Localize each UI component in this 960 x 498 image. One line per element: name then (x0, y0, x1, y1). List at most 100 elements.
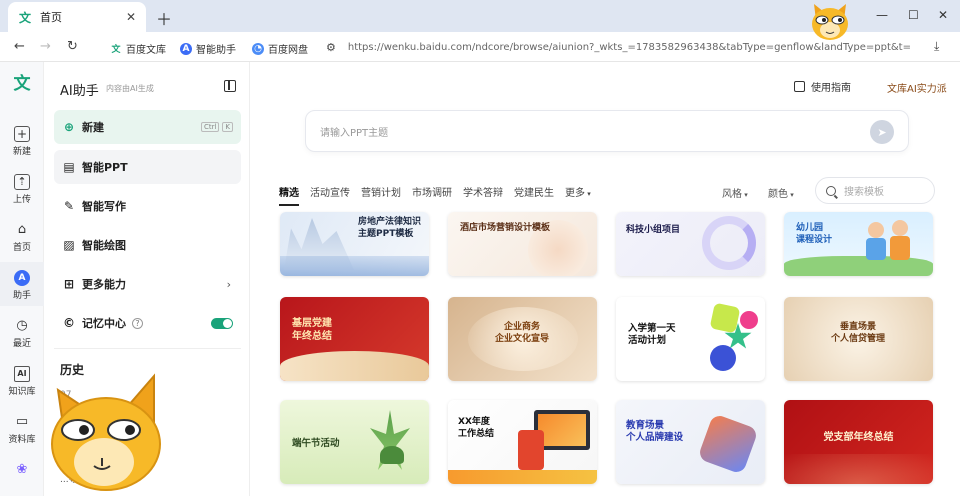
wenku-logo-icon: 文 (18, 10, 31, 25)
mascot-small[interactable] (808, 0, 852, 42)
tab-more[interactable]: 更多 ▾ (565, 184, 591, 199)
tab-party-building[interactable]: 党建民生 (514, 184, 554, 199)
template-title: 教育场景 个人品牌建设 (626, 420, 684, 443)
rail-item-upload[interactable]: ⇡ 上传 (0, 174, 44, 205)
template-card[interactable]: 企业商务 企业文化宣导 (448, 297, 597, 381)
assistant-icon: A (180, 42, 192, 55)
template-title: 房地产法律知识 主题PPT模板 (358, 217, 422, 239)
help-icon[interactable]: ? (132, 317, 143, 329)
download-icon[interactable]: ⤓ (934, 39, 939, 54)
child-graphic (866, 238, 886, 260)
new-chat-button[interactable]: ⊕ 新建 Ctrl K (54, 110, 241, 144)
clock-icon: ◷ (16, 318, 28, 333)
reload-icon[interactable]: ↻ (67, 39, 78, 54)
sidebar-item-memory[interactable]: © 记忆中心 ? (54, 306, 241, 340)
bookmark-assistant[interactable]: A 智能助手 (180, 41, 236, 56)
tab-academic-defense[interactable]: 学术答辩 (463, 184, 503, 199)
ppt-topic-input[interactable]: 请输入PPT主题 ➤ (305, 110, 909, 152)
image-icon: ▨ (63, 238, 75, 252)
rail-item-library[interactable]: ▭ 资料库 (0, 414, 44, 445)
sidebar-toggle-icon[interactable] (224, 80, 236, 92)
template-card[interactable]: 酒店市场营销设计模板 (448, 212, 597, 276)
child-graphic (868, 222, 884, 238)
template-card[interactable]: 基层党建 年终总结 (280, 297, 429, 381)
mascot-large[interactable] (44, 370, 168, 494)
zongzi-graphic (380, 446, 404, 464)
category-tabs: 精选 活动宣传 营销计划 市场调研 学术答辩 党建民生 更多 ▾ (279, 184, 602, 206)
home-icon: ⌂ (17, 222, 27, 237)
tab-marketing-plan[interactable]: 营销计划 (361, 184, 401, 199)
template-card[interactable]: 端午节活动 (280, 400, 429, 484)
brand-link[interactable]: 文库AI实力派 (887, 80, 947, 95)
wenku-icon: 文 (111, 45, 121, 55)
wave-graphic (448, 470, 597, 484)
window-close-icon[interactable]: ✕ (938, 8, 948, 22)
rail-item-assistant[interactable]: A 助手 (0, 262, 44, 306)
rail-item-home[interactable]: ⌂ 首页 (0, 222, 44, 253)
sidebar-subtitle: 内容由AI生成 (106, 84, 154, 93)
back-icon[interactable]: ← (14, 39, 25, 54)
left-rail: 文 + 新建 ⇡ 上传 ⌂ 首页 A 助手 ◷ 最近 AI 知识库 ▭ 资料库 … (0, 62, 44, 496)
sidebar-item-smart-ppt[interactable]: ▤ 智能PPT (54, 150, 241, 184)
shortcut-hint: Ctrl K (198, 122, 233, 132)
browser-tab[interactable]: 文 首页 ✕ (8, 2, 146, 32)
forward-icon[interactable]: → (40, 39, 51, 54)
rail-apps[interactable]: ❀ (0, 462, 44, 480)
template-search-input[interactable]: 搜索模板 (815, 177, 935, 204)
search-icon (826, 185, 836, 196)
tab-event-promo[interactable]: 活动宣传 (310, 184, 350, 199)
pen-icon: ✎ (63, 199, 75, 213)
template-title: 端午节活动 (292, 438, 340, 449)
template-card[interactable]: 幼儿园 课程设计 (784, 212, 933, 276)
template-card[interactable]: 房地产法律知识 主题PPT模板 (280, 212, 429, 276)
color-filter[interactable]: 颜色 ▾ (768, 185, 794, 200)
template-card[interactable]: 党支部年终总结 (784, 400, 933, 484)
minimize-icon[interactable]: — (876, 8, 888, 22)
template-title: 企业商务 企业文化宣导 (494, 322, 549, 344)
person-graphic (518, 430, 544, 470)
site-settings-icon[interactable]: ⚙ (326, 41, 336, 54)
rail-item-recent[interactable]: ◷ 最近 (0, 318, 44, 349)
user-guide-link[interactable]: 使用指南 (794, 79, 851, 94)
wenku-logo[interactable]: 文 (12, 74, 32, 94)
glow-graphic (784, 454, 933, 484)
template-card[interactable]: 垂直场景 个人信贷管理 (784, 297, 933, 381)
template-card[interactable]: XX年度 工作总结 (448, 400, 597, 484)
style-filter[interactable]: 风格 ▾ (722, 185, 748, 200)
sidebar-item-smart-drawing[interactable]: ▨ 智能绘图 (54, 228, 241, 262)
apps-icon: ❀ (16, 462, 28, 477)
bookmark-netdisk[interactable]: ◔ 百度网盘 (252, 41, 308, 56)
send-button[interactable]: ➤ (870, 120, 894, 144)
cloud-icon: ◔ (252, 42, 264, 55)
tab-market-research[interactable]: 市场调研 (412, 184, 452, 199)
template-card[interactable]: 教育场景 个人品牌建设 (616, 400, 765, 484)
new-tab-icon[interactable]: ＋ (156, 6, 172, 30)
tab-featured[interactable]: 精选 (279, 184, 299, 206)
circle-graphic (740, 311, 758, 329)
sidebar-divider (54, 348, 241, 349)
rail-item-knowledge[interactable]: AI 知识库 (0, 366, 44, 397)
wave-graphic (280, 256, 429, 276)
memory-toggle[interactable] (211, 317, 233, 329)
sidebar-item-more[interactable]: ⊞ 更多能力 › (54, 267, 241, 301)
upload-icon: ⇡ (14, 174, 30, 190)
shape-graphic (709, 302, 741, 334)
maximize-icon[interactable]: ☐ (908, 8, 919, 22)
sidebar-item-smart-writing[interactable]: ✎ 智能写作 (54, 189, 241, 223)
tab-close-icon[interactable]: ✕ (126, 10, 136, 24)
template-title: 幼儿园 课程设计 (796, 223, 833, 245)
rail-item-new[interactable]: + 新建 (0, 126, 44, 157)
template-title: 垂直场景 个人信贷管理 (830, 322, 885, 344)
url-text: https://wenku.baidu.com/ndcore/browse/ai… (347, 41, 910, 53)
assistant-icon: A (14, 270, 30, 286)
template-card[interactable]: 入学第一天 活动计划 (616, 297, 765, 381)
child-graphic (892, 220, 908, 236)
template-title: 酒店市场营销设计模板 (460, 223, 551, 233)
main-content: 使用指南 文库AI实力派 请输入PPT主题 ➤ 精选 活动宣传 营销计划 市场调… (250, 62, 960, 496)
bookmark-wenku[interactable]: 文 百度文库 (110, 41, 166, 56)
template-title: XX年度 工作总结 (458, 417, 495, 439)
chart-graphic (538, 414, 586, 446)
caret-down-icon: ▾ (742, 191, 748, 199)
folder-icon: ▭ (15, 414, 29, 429)
template-card[interactable]: 科技小组项目 (616, 212, 765, 276)
